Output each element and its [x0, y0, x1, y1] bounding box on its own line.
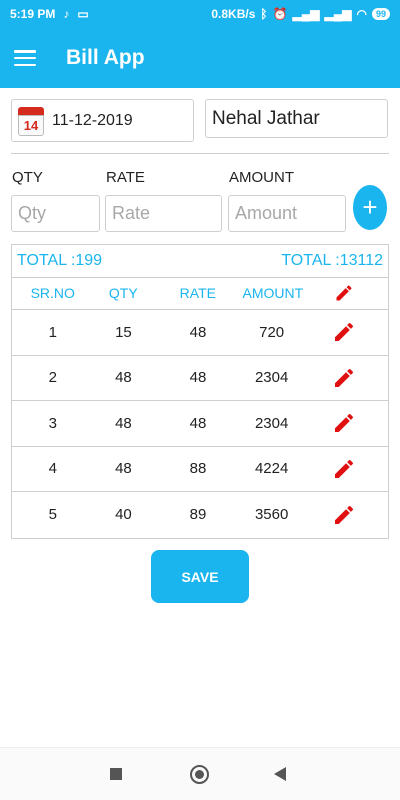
- cell-qty: 48: [115, 460, 132, 478]
- qty-label: QTY: [12, 169, 43, 186]
- header-rate: RATE: [179, 285, 216, 301]
- qty-input[interactable]: Qty: [11, 195, 100, 232]
- calendar-icon: 14: [16, 104, 46, 138]
- add-item-button[interactable]: +: [353, 185, 387, 230]
- signal-icon: ▂▄▆: [292, 7, 320, 21]
- cell-rate: 48: [189, 369, 207, 387]
- cell-rate: 48: [189, 323, 207, 341]
- cell-srno: 4: [48, 460, 57, 478]
- edit-icon[interactable]: [332, 457, 356, 481]
- signal-icon-2: ▂▄▆: [324, 7, 352, 21]
- table-header: SR.NO QTY RATE AMOUNT: [12, 277, 388, 310]
- hamburger-menu-icon[interactable]: [14, 50, 36, 66]
- header-srno: SR.NO: [30, 285, 75, 301]
- battery-icon: 99: [371, 8, 390, 20]
- edit-icon: [336, 285, 352, 301]
- cell-srno: 3: [48, 414, 57, 432]
- wifi-icon: ◠: [356, 7, 367, 21]
- divider: [11, 153, 389, 154]
- bluetooth-icon: ᛒ: [260, 7, 268, 21]
- recents-icon[interactable]: [110, 768, 122, 780]
- cell-srno: 1: [48, 323, 57, 341]
- amount-label: AMOUNT: [229, 169, 294, 186]
- cell-qty: 48: [115, 369, 132, 387]
- rate-input[interactable]: Rate: [105, 195, 222, 232]
- app-bar: Bill App: [0, 28, 400, 88]
- edit-icon[interactable]: [332, 366, 356, 390]
- cell-amount: 4224: [254, 460, 289, 478]
- total-qty: TOTAL :199: [17, 252, 103, 269]
- laptop-icon: ▭: [77, 7, 89, 21]
- table-row: 5 40 89 3560: [12, 492, 388, 538]
- rate-label: RATE: [106, 169, 145, 186]
- cell-qty: 15: [115, 323, 132, 341]
- cell-qty: 40: [115, 506, 132, 524]
- back-icon[interactable]: [274, 767, 286, 781]
- total-amount: TOTAL :13112: [281, 252, 383, 269]
- navigation-bar: [0, 747, 400, 800]
- home-icon[interactable]: [190, 765, 209, 784]
- date-picker[interactable]: 14 11-12-2019: [11, 99, 194, 142]
- cell-rate: 88: [189, 460, 207, 478]
- date-value: 11-12-2019: [52, 111, 133, 129]
- table-row: 3 48 48 2304: [12, 401, 388, 447]
- edit-icon[interactable]: [332, 411, 356, 435]
- save-button[interactable]: SAVE: [151, 550, 249, 603]
- tiktok-icon: ♪: [63, 7, 70, 21]
- edit-icon[interactable]: [332, 503, 356, 527]
- cell-amount: 3560: [254, 506, 289, 524]
- alarm-icon: ⏰: [272, 7, 288, 21]
- cell-srno: 5: [48, 506, 57, 524]
- cell-srno: 2: [48, 369, 57, 387]
- customer-name-field[interactable]: Nehal Jathar: [205, 99, 388, 138]
- cell-qty: 48: [115, 414, 132, 432]
- cell-rate: 48: [189, 414, 207, 432]
- edit-icon[interactable]: [332, 320, 356, 344]
- status-bar: 5:19 PM ♪ ▭ 0.8KB/s ᛒ ⏰ ▂▄▆ ▂▄▆ ◠ 99: [0, 0, 400, 28]
- network-speed: 0.8KB/s: [211, 7, 256, 21]
- table-row: 4 48 88 4224: [12, 447, 388, 492]
- cell-rate: 89: [189, 506, 207, 524]
- header-qty: QTY: [108, 285, 138, 301]
- status-time: 5:19 PM: [10, 7, 56, 21]
- cell-amount: 2304: [254, 369, 289, 387]
- amount-input[interactable]: Amount: [228, 195, 346, 232]
- header-amount: AMOUNT: [242, 285, 304, 301]
- cell-amount: 720: [259, 323, 285, 341]
- items-table: SR.NO QTY RATE AMOUNT 1 15 48 720 2 48 4…: [11, 277, 389, 539]
- app-title: Bill App: [66, 46, 145, 69]
- totals-bar: TOTAL :199 TOTAL :13112: [11, 244, 389, 278]
- calendar-day: 14: [18, 114, 44, 136]
- table-row: 2 48 48 2304: [12, 356, 388, 401]
- cell-amount: 2304: [254, 414, 289, 432]
- table-row: 1 15 48 720: [12, 310, 388, 356]
